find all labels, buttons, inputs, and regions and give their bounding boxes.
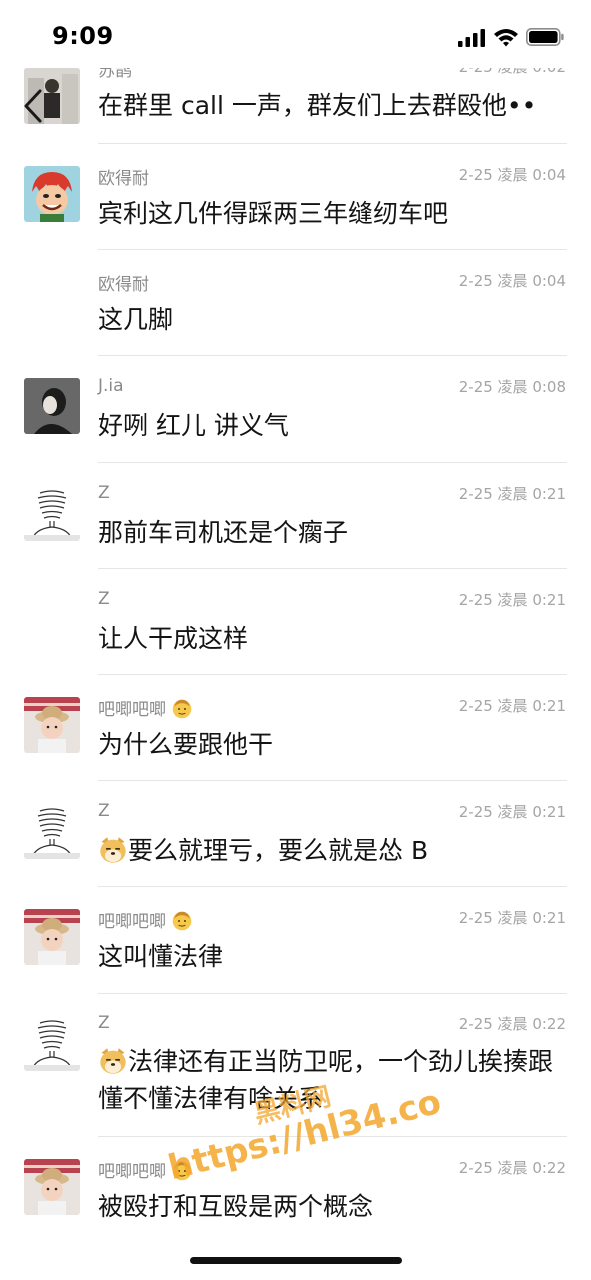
message-time: 2-25 凌晨 0:04 — [458, 166, 566, 184]
message-time: 2-25 凌晨 0:22 — [458, 1159, 566, 1177]
status-time: 9:09 — [52, 22, 114, 50]
divider — [98, 1136, 567, 1137]
sender-name: 吧唧吧唧 — [98, 1157, 193, 1182]
signal-icon — [458, 29, 485, 47]
avatar[interactable] — [24, 909, 80, 965]
battery-icon — [526, 28, 564, 46]
avatar[interactable] — [24, 378, 80, 434]
divider — [98, 355, 567, 356]
message-text: 好咧 红儿 讲义气 — [98, 411, 289, 440]
status-bar: 9:09 — [0, 0, 591, 68]
message-text: 要么就理亏，要么就是怂 B — [98, 833, 560, 869]
avatar[interactable] — [24, 166, 80, 222]
divider — [98, 993, 567, 994]
sender-name: 吧唧吧唧 — [98, 907, 193, 932]
doge-emoji — [100, 1048, 126, 1074]
doge-emoji — [100, 837, 126, 863]
message-text-content: 法律还有正当防卫呢，一个劲儿挨揍跟懂不懂法律有啥关系 — [98, 1047, 554, 1113]
list-item[interactable]: Z 2-25 凌晨 0:21 让人干成这样 — [0, 585, 591, 691]
message-time: 2-25 凌晨 0:04 — [458, 272, 566, 290]
avatar[interactable] — [24, 1015, 80, 1071]
message-text: 这几脚 — [98, 305, 174, 334]
message-text: 法律还有正当防卫呢，一个劲儿挨揍跟懂不懂法律有啥关系 — [98, 1043, 564, 1117]
sender-name: 欧得耐 — [98, 275, 149, 295]
message-text: 这叫懂法律 — [98, 942, 224, 971]
back-icon[interactable] — [22, 88, 44, 124]
avatar[interactable] — [24, 485, 80, 541]
sender-name: Z — [98, 589, 110, 609]
list-item[interactable]: Z 2-25 凌晨 0:22 法律还有正当防卫呢，一个劲儿挨揍跟懂不懂法律有啥关… — [0, 1009, 591, 1137]
sender-name: 欧得耐 — [98, 169, 149, 189]
smiley-face-emoji — [173, 911, 192, 931]
message-text: 让人干成这样 — [98, 624, 249, 653]
divider — [98, 886, 567, 887]
list-item[interactable]: 欧得耐 2-25 凌晨 0:04 宾利这几件得踩两三年缝纫车吧 — [0, 160, 591, 266]
home-indicator[interactable] — [190, 1257, 402, 1264]
divider — [98, 462, 567, 463]
sender-name-text: 吧唧吧唧 — [98, 1162, 166, 1182]
avatar[interactable] — [24, 803, 80, 859]
divider — [98, 143, 567, 144]
chat-record-list[interactable]: 苏鹊 2-25 凌晨 0:02 在群里 call 一声，群友们上去群殴他•• 欧… — [0, 0, 591, 1280]
divider — [98, 674, 567, 675]
message-time: 2-25 凌晨 0:08 — [458, 378, 566, 396]
list-item[interactable]: 吧唧吧唧 2-25 凌晨 0:21 这叫懂法律 — [0, 903, 591, 1009]
chat-history-screen: 苏鹊 2-25 凌晨 0:02 在群里 call 一声，群友们上去群殴他•• 欧… — [0, 0, 591, 1280]
sender-name: Z — [98, 1013, 110, 1033]
message-time: 2-25 凌晨 0:21 — [458, 485, 566, 503]
message-text: 宾利这几件得踩两三年缝纫车吧 — [98, 199, 449, 228]
divider — [98, 568, 567, 569]
message-time: 2-25 凌晨 0:21 — [458, 803, 566, 821]
message-text-content: 要么就理亏，要么就是怂 B — [128, 836, 429, 865]
list-item[interactable]: Z 2-25 凌晨 0:21 那前车司机还是个瘸子 — [0, 479, 591, 585]
avatar[interactable] — [24, 697, 80, 753]
divider — [98, 780, 567, 781]
sender-name: J.ia — [98, 376, 124, 396]
sender-name: 吧唧吧唧 — [98, 695, 193, 720]
list-item[interactable]: Z 2-25 凌晨 0:21 要么就理亏，要么就是怂 B — [0, 797, 591, 903]
list-item[interactable]: 吧唧吧唧 2-25 凌晨 0:21 为什么要跟他干 — [0, 691, 591, 797]
message-text: 在群里 call 一声，群友们上去群殴他•• — [98, 91, 537, 120]
message-text: 被殴打和互殴是两个概念 — [98, 1192, 374, 1221]
message-text: 那前车司机还是个瘸子 — [98, 518, 349, 547]
wifi-icon — [494, 29, 518, 47]
message-text: 为什么要跟他干 — [98, 730, 274, 759]
message-time: 2-25 凌晨 0:21 — [458, 591, 566, 609]
avatar[interactable] — [24, 1159, 80, 1215]
sender-name-text: 吧唧吧唧 — [98, 912, 166, 932]
sender-name: Z — [98, 801, 110, 821]
message-time: 2-25 凌晨 0:21 — [458, 697, 566, 715]
message-time: 2-25 凌晨 0:21 — [458, 909, 566, 927]
sender-name: Z — [98, 483, 110, 503]
smiley-face-emoji — [173, 1161, 192, 1181]
list-item[interactable]: J.ia 2-25 凌晨 0:08 好咧 红儿 讲义气 — [0, 372, 591, 478]
smiley-face-emoji — [173, 699, 192, 719]
divider — [98, 249, 567, 250]
list-item[interactable]: 欧得耐 2-25 凌晨 0:04 这几脚 — [0, 266, 591, 372]
list-item[interactable]: 吧唧吧唧 2-25 凌晨 0:22 被殴打和互殴是两个概念 — [0, 1153, 591, 1253]
sender-name-text: 吧唧吧唧 — [98, 700, 166, 720]
message-time: 2-25 凌晨 0:22 — [458, 1015, 566, 1033]
